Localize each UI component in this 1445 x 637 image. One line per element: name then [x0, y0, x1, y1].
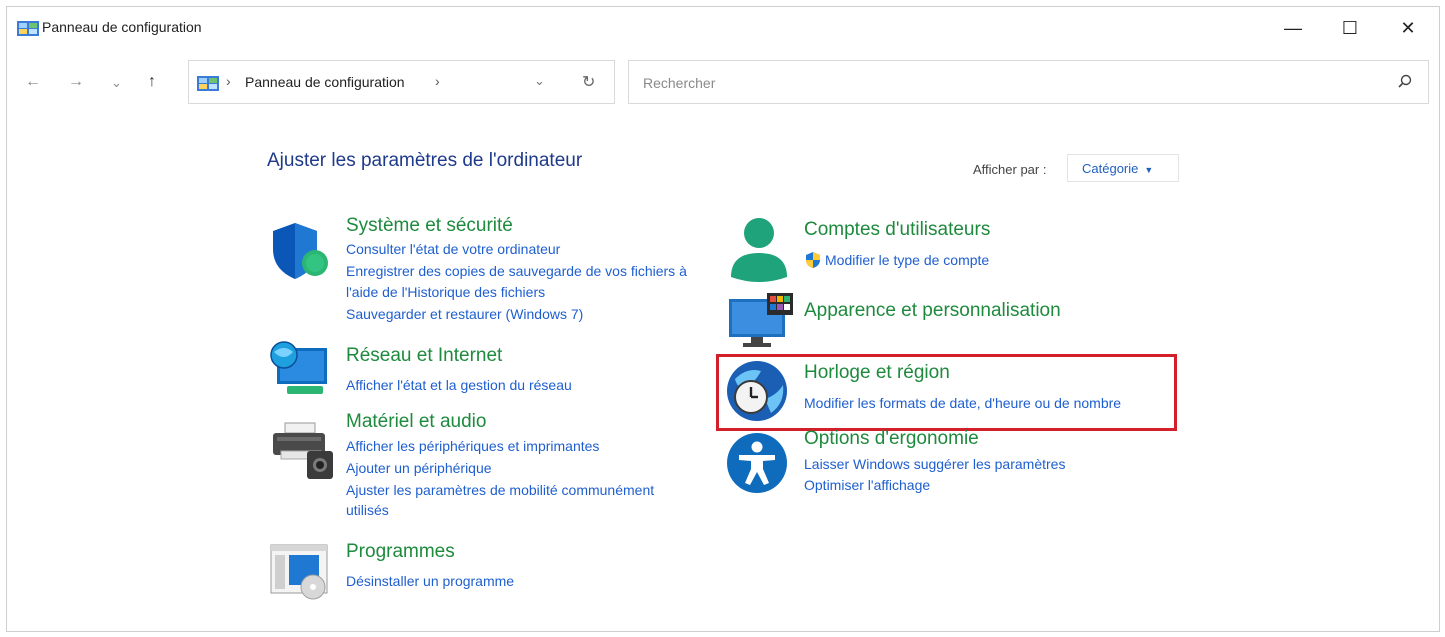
- window-title: Panneau de configuration: [42, 19, 202, 35]
- programs-icon[interactable]: [269, 543, 333, 601]
- category-title-accounts[interactable]: Comptes d'utilisateurs: [804, 219, 990, 241]
- minimize-button[interactable]: —: [1270, 13, 1316, 43]
- printer-icon[interactable]: [271, 421, 335, 481]
- search-box[interactable]: [628, 60, 1429, 104]
- link-windows-suggest-settings[interactable]: Laisser Windows suggérer les paramètres: [804, 456, 1065, 472]
- uac-shield-icon: [806, 252, 820, 268]
- category-title-appearance[interactable]: Apparence et personnalisation: [804, 300, 1061, 322]
- link-mobility-settings-cont[interactable]: utilisés: [346, 502, 389, 518]
- control-panel-icon: [17, 21, 39, 36]
- view-by-label: Afficher par :: [973, 162, 1047, 177]
- link-file-history[interactable]: Enregistrer des copies de sauvegarde de …: [346, 263, 687, 279]
- search-icon[interactable]: [1396, 73, 1414, 91]
- highlight-box: [716, 354, 1177, 431]
- link-mobility-settings[interactable]: Ajuster les paramètres de mobilité commu…: [346, 482, 654, 498]
- refresh-button[interactable]: ↻: [582, 72, 595, 92]
- category-title-system[interactable]: Système et sécurité: [346, 215, 513, 237]
- link-change-account-type[interactable]: Modifier le type de compte: [825, 252, 989, 268]
- close-button[interactable]: ✕: [1385, 13, 1431, 43]
- view-by-dropdown[interactable]: Catégorie ▼: [1067, 154, 1179, 182]
- maximize-button[interactable]: ☐: [1327, 13, 1373, 43]
- chevron-down-icon: ▼: [1144, 165, 1154, 175]
- control-panel-icon: [197, 76, 219, 91]
- category-title-hardware[interactable]: Matériel et audio: [346, 411, 486, 433]
- user-icon[interactable]: [727, 217, 791, 285]
- link-optimize-display[interactable]: Optimiser l'affichage: [804, 477, 930, 493]
- network-globe-icon[interactable]: [269, 340, 331, 398]
- link-file-history-cont[interactable]: l'aide de l'Historique des fichiers: [346, 284, 545, 300]
- back-button[interactable]: ←: [25, 73, 41, 91]
- link-check-status[interactable]: Consulter l'état de votre ordinateur: [346, 241, 560, 257]
- title-bar: Panneau de configuration — ☐ ✕: [7, 7, 1439, 49]
- accessibility-icon[interactable]: [725, 431, 789, 495]
- address-bar[interactable]: › Panneau de configuration › ⌄ ↻: [188, 60, 615, 104]
- link-network-status[interactable]: Afficher l'état et la gestion du réseau: [346, 377, 572, 393]
- link-devices-printers[interactable]: Afficher les périphériques et imprimante…: [346, 438, 599, 454]
- forward-button[interactable]: →: [68, 73, 84, 91]
- breadcrumb-separator[interactable]: ›: [226, 73, 231, 89]
- breadcrumb-control-panel[interactable]: Panneau de configuration: [245, 74, 405, 90]
- shield-icon[interactable]: [271, 221, 333, 281]
- monitor-palette-icon[interactable]: [727, 293, 797, 349]
- category-title-network[interactable]: Réseau et Internet: [346, 345, 502, 367]
- control-panel-window: Panneau de configuration — ☐ ✕ ← → ⌄ ↑ ›…: [6, 6, 1440, 632]
- recent-locations-button[interactable]: ⌄: [111, 75, 122, 91]
- breadcrumb-separator[interactable]: ›: [435, 73, 440, 89]
- up-button[interactable]: ↑: [148, 73, 156, 91]
- category-title-ease-of-access[interactable]: Options d'ergonomie: [804, 428, 979, 450]
- search-input[interactable]: [643, 75, 1243, 91]
- link-backup-restore[interactable]: Sauvegarder et restaurer (Windows 7): [346, 306, 583, 322]
- address-dropdown-button[interactable]: ⌄: [534, 73, 545, 89]
- category-title-programs[interactable]: Programmes: [346, 541, 455, 563]
- link-add-device[interactable]: Ajouter un périphérique: [346, 460, 492, 476]
- link-uninstall-program[interactable]: Désinstaller un programme: [346, 573, 514, 589]
- page-title: Ajuster les paramètres de l'ordinateur: [267, 150, 583, 171]
- view-by-value: Catégorie: [1082, 161, 1139, 176]
